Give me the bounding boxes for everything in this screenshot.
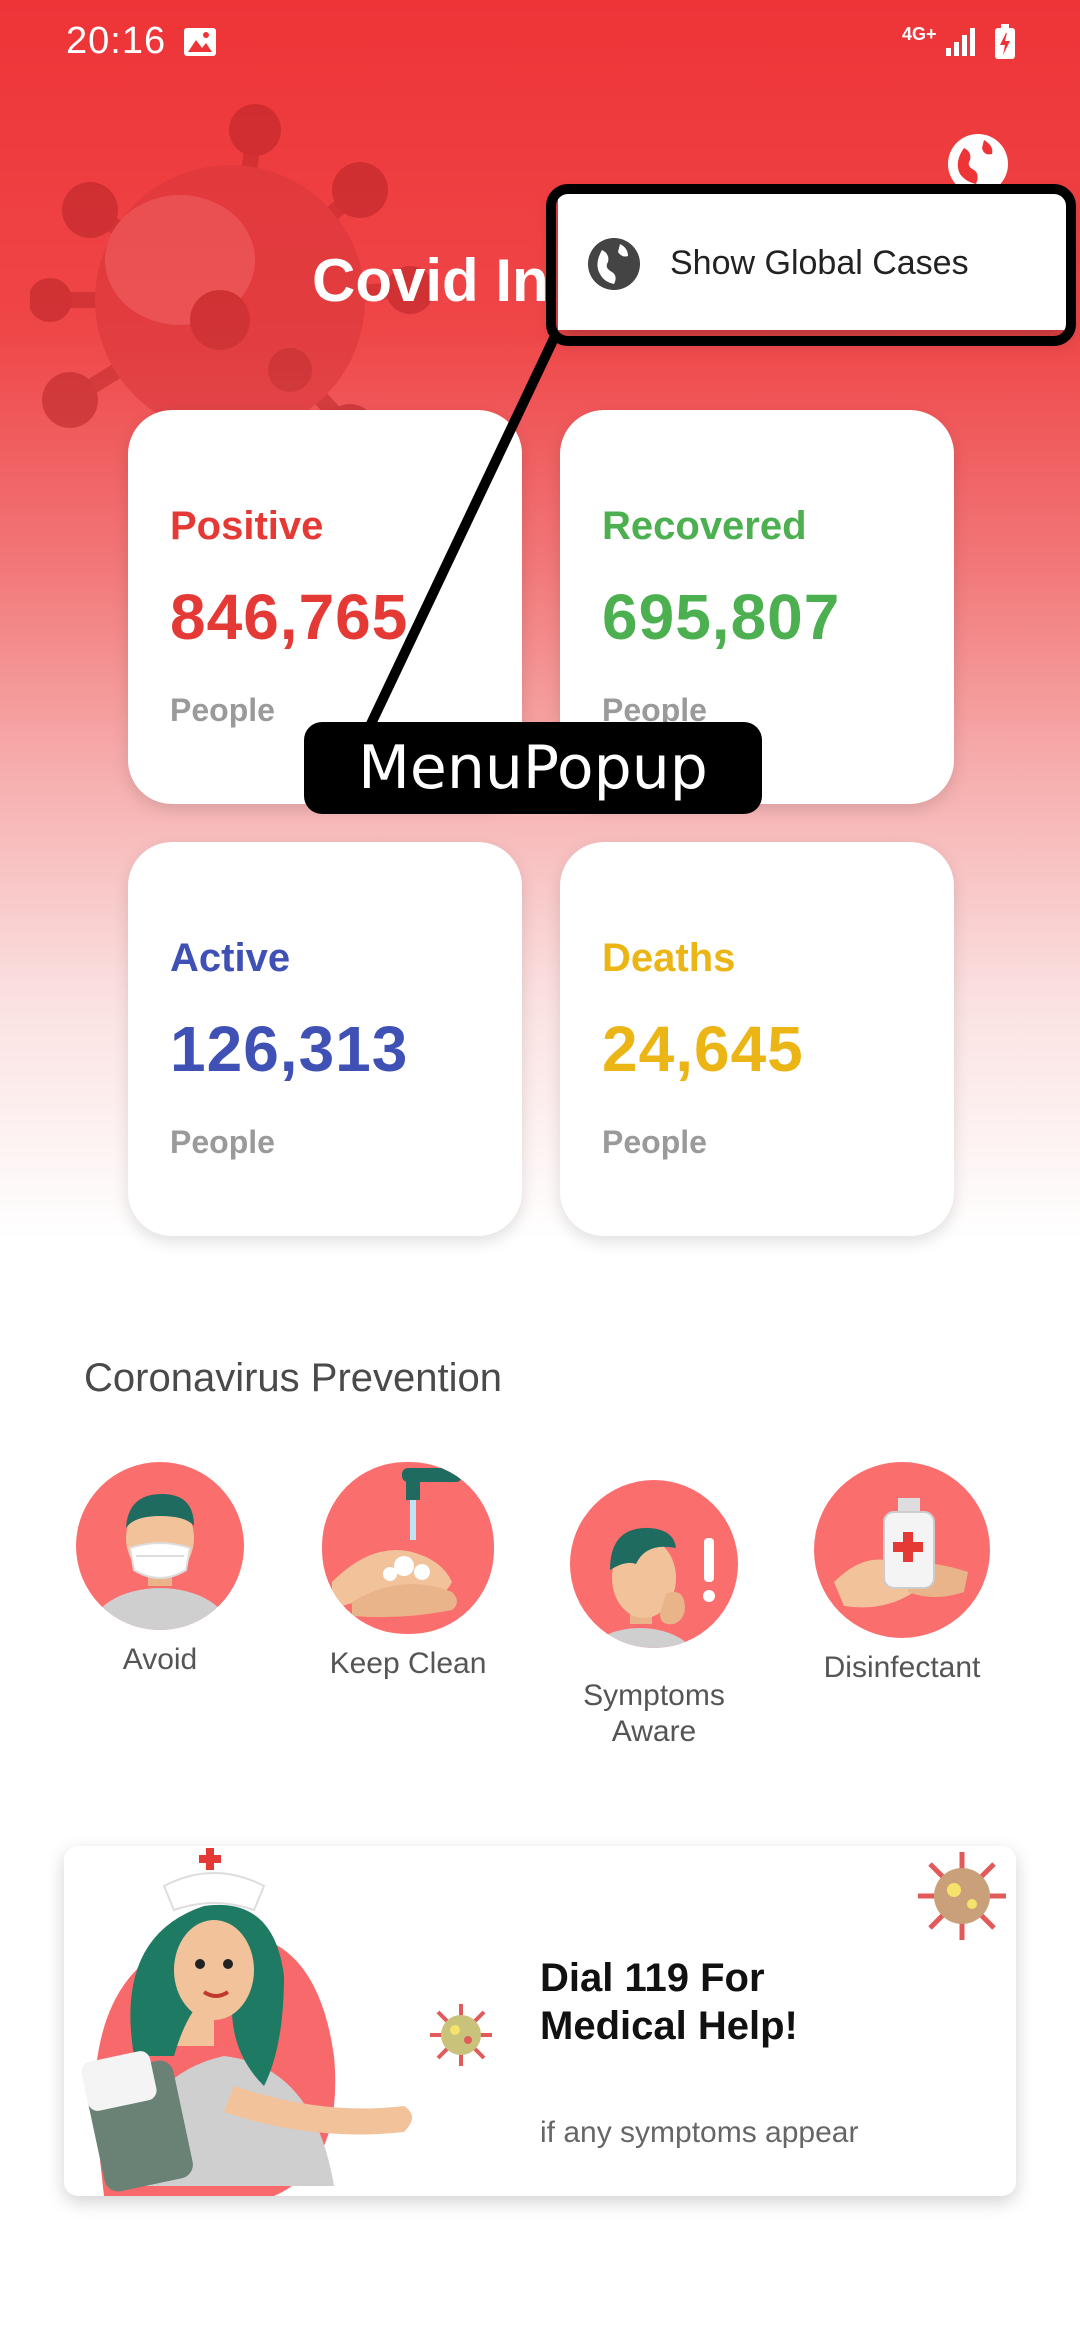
prevention-label-keep-clean: Keep Clean — [329, 1647, 487, 1680]
prevention-label-symptoms-aware: Symptoms Aware — [583, 1679, 725, 1748]
active-card: Active 126,313 People — [128, 842, 522, 1236]
active-value: 126,313 — [170, 1013, 409, 1085]
cough-person-icon — [570, 1480, 738, 1648]
active-unit: People — [170, 1124, 275, 1160]
deaths-label: Deaths — [602, 936, 736, 980]
annotation-tag: MenuPopup — [304, 722, 762, 814]
prevention-title: Coronavirus Prevention — [84, 1356, 502, 1400]
virus-icon — [918, 1852, 1006, 1940]
deaths-card: Deaths 24,645 People — [560, 842, 954, 1236]
prevention-label-avoid: Avoid — [122, 1643, 198, 1676]
app-screen: 20:16 4G+ Covid In Positive 846,765 Peop… — [0, 0, 1080, 2340]
sanitizer-icon — [814, 1462, 990, 1638]
banner-subtitle: if any symptoms appear — [540, 2116, 859, 2149]
prevention-item-symptoms-aware[interactable]: Symptoms Aware — [544, 1462, 764, 1768]
prevention-label-disinfectant: Disinfectant — [823, 1651, 981, 1684]
active-label: Active — [170, 936, 291, 980]
mask-person-icon — [76, 1462, 244, 1630]
prevention-item-disinfectant[interactable]: Disinfectant — [792, 1462, 1012, 1686]
annotation-pointer-line — [365, 331, 561, 729]
virus-icon — [430, 2004, 492, 2066]
banner-title: Dial 119 For Medical Help! — [540, 1956, 798, 2048]
hand-wash-icon — [322, 1462, 494, 1634]
medical-help-banner[interactable]: Dial 119 For Medical Help! if any sympto… — [64, 1846, 1016, 2196]
deaths-value: 24,645 — [602, 1013, 804, 1085]
prevention-item-avoid[interactable]: Avoid — [50, 1462, 270, 1678]
prevention-item-keep-clean[interactable]: Keep Clean — [298, 1462, 518, 1682]
deaths-unit: People — [602, 1124, 707, 1160]
